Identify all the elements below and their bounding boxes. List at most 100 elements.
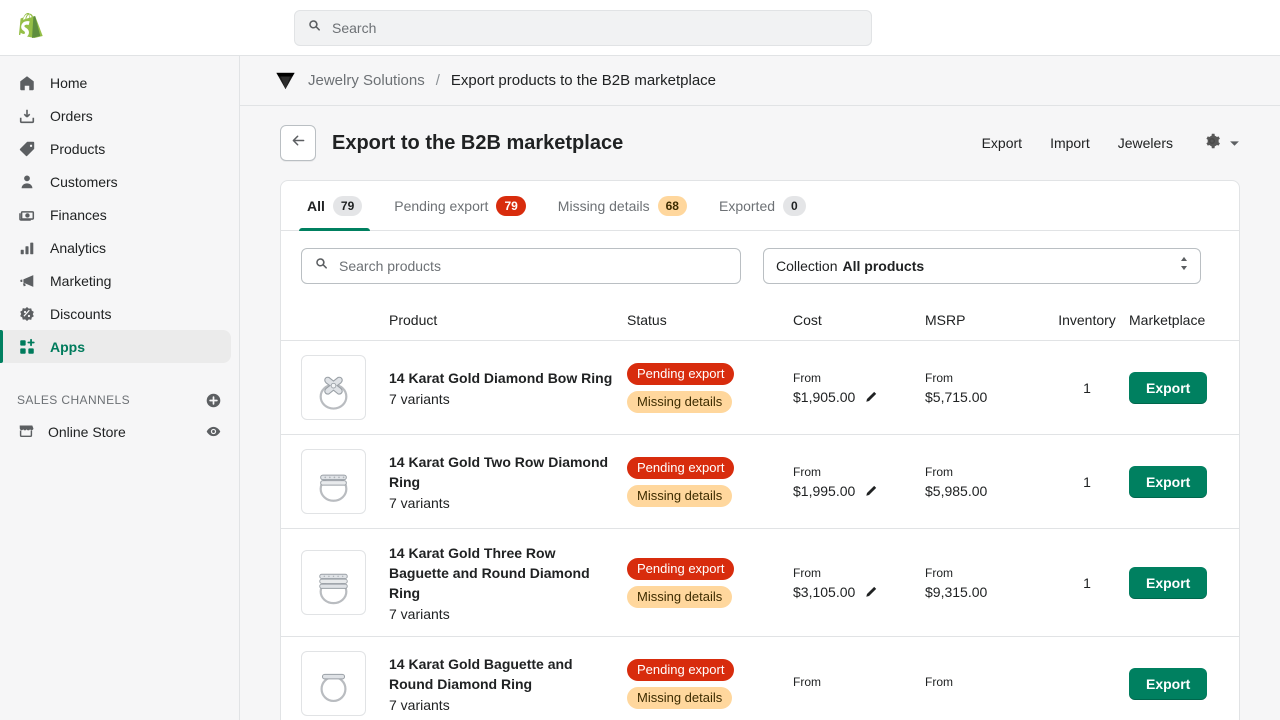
tab-label: Missing details <box>557 197 650 214</box>
table-row[interactable]: 14 Karat Gold Three Row Baguette and Rou… <box>281 528 1239 636</box>
cost-from-label: From <box>793 566 821 580</box>
product-title[interactable]: 14 Karat Gold Three Row Baguette and Rou… <box>389 543 613 603</box>
sidebar-item-home[interactable]: Home <box>0 66 231 99</box>
status-badge: Missing details <box>627 484 733 507</box>
pencil-icon[interactable] <box>864 390 878 404</box>
tab-pending-export[interactable]: Pending export 79 <box>378 181 542 231</box>
cash-icon <box>17 205 37 225</box>
person-icon <box>17 172 37 192</box>
sidebar-item-label: Products <box>50 140 106 157</box>
chevron-down-icon <box>1229 134 1240 152</box>
main-content: Jewelry Solutions / Export products to t… <box>240 56 1280 720</box>
marketplace-cell: Export <box>1129 465 1219 498</box>
tab-count: 68 <box>657 195 687 216</box>
tab-all[interactable]: All 79 <box>291 181 378 231</box>
search-products-input[interactable]: Search products <box>301 248 741 284</box>
export-button[interactable]: Export <box>1129 566 1208 599</box>
eye-icon[interactable] <box>203 422 223 442</box>
cost-value: $1,905.00 <box>793 389 856 405</box>
back-button[interactable] <box>280 125 316 161</box>
status-cell: Pending export Missing details <box>627 557 793 608</box>
page-header: Export to the B2B marketplace Export Imp… <box>280 106 1240 180</box>
export-button[interactable]: Export <box>1129 371 1208 404</box>
tab-missing-details[interactable]: Missing details 68 <box>542 181 703 231</box>
sidebar-item-discounts[interactable]: Discounts <box>0 297 231 330</box>
export-action-link[interactable]: Export <box>982 135 1022 151</box>
cost-from-label: From <box>793 675 821 689</box>
product-title[interactable]: 14 Karat Gold Diamond Bow Ring <box>389 368 613 388</box>
table-row[interactable]: 14 Karat Gold Baguette and Round Diamond… <box>281 636 1239 720</box>
sidebar-item-marketing[interactable]: Marketing <box>0 264 231 297</box>
tab-label: Pending export <box>394 197 489 214</box>
product-thumbnail-cell <box>301 355 389 420</box>
jewelers-action-link[interactable]: Jewelers <box>1118 135 1173 151</box>
status-badge: Pending export <box>627 456 735 479</box>
export-button[interactable]: Export <box>1129 465 1208 498</box>
collection-select[interactable]: Collection All products <box>763 248 1201 284</box>
tab-exported[interactable]: Exported 0 <box>703 181 822 231</box>
export-button[interactable]: Export <box>1129 667 1208 700</box>
sidebar-item-customers[interactable]: Customers <box>0 165 231 198</box>
megaphone-icon <box>17 271 37 291</box>
header-marketplace: Marketplace <box>1129 312 1206 328</box>
marketplace-cell: Export <box>1129 566 1219 599</box>
pencil-icon[interactable] <box>864 585 878 599</box>
sidebar-item-products[interactable]: Products <box>0 132 231 165</box>
marketplace-cell: Export <box>1129 371 1219 404</box>
products-card: All 79 Pending export 79 Missing details… <box>280 180 1240 720</box>
product-info-cell: 14 Karat Gold Diamond Bow Ring 7 variant… <box>389 368 627 407</box>
cost-cell: From $1,995.00 <box>793 464 925 499</box>
product-variants: 7 variants <box>389 495 450 511</box>
sidebar-item-orders[interactable]: Orders <box>0 99 231 132</box>
sidebar-item-apps[interactable]: Apps <box>0 330 231 363</box>
collection-value: All products <box>842 258 925 274</box>
cost-cell: From <box>793 674 925 693</box>
header-inventory: Inventory <box>1058 312 1116 328</box>
header-cost: Cost <box>793 312 822 328</box>
status-cell: Pending export Missing details <box>627 456 793 507</box>
sidebar-item-label: Home <box>50 74 88 91</box>
plus-circle-icon[interactable] <box>203 390 223 410</box>
table-row[interactable]: 14 Karat Gold Diamond Bow Ring 7 variant… <box>281 340 1239 434</box>
sidebar-item-online-store[interactable]: Online Store <box>0 415 239 448</box>
top-bar: Search <box>0 0 1280 56</box>
app-body: Home Orders Products Customers Finances … <box>0 56 1280 720</box>
inventory-cell: 1 <box>1083 473 1091 490</box>
msrp-from-label: From <box>925 465 953 479</box>
status-cell: Pending export Missing details <box>627 658 793 709</box>
breadcrumb-current: Export products to the B2B marketplace <box>450 72 717 89</box>
msrp-cell: From $9,315.00 <box>925 565 1045 600</box>
product-title[interactable]: 14 Karat Gold Baguette and Round Diamond… <box>389 654 613 694</box>
home-icon <box>17 73 37 93</box>
sidebar-item-label: Marketing <box>50 272 112 289</box>
msrp-value: $5,715.00 <box>925 389 988 405</box>
page-title: Export to the B2B marketplace <box>332 131 624 154</box>
settings-menu-button[interactable] <box>1203 132 1240 155</box>
table-row[interactable]: 14 Karat Gold Two Row Diamond Ring 7 var… <box>281 434 1239 528</box>
import-action-link[interactable]: Import <box>1050 135 1090 151</box>
msrp-from-label: From <box>925 371 953 385</box>
pencil-icon[interactable] <box>864 484 878 498</box>
three-row-ring-image <box>301 550 366 615</box>
cost-from-label: From <box>793 465 821 479</box>
inventory-cell: 1 <box>1083 379 1091 396</box>
shopify-admin-window: Search Home Orders Products Customers Fi… <box>0 0 1280 720</box>
sales-channels-label: SALES CHANNELS <box>17 393 130 407</box>
msrp-cell: From $5,985.00 <box>925 464 1045 499</box>
msrp-value: $5,985.00 <box>925 483 988 499</box>
sidebar-item-label: Customers <box>50 173 118 190</box>
product-title[interactable]: 14 Karat Gold Two Row Diamond Ring <box>389 452 613 492</box>
msrp-value: $9,315.00 <box>925 584 988 600</box>
status-badge: Missing details <box>627 686 733 709</box>
cost-cell: From $1,905.00 <box>793 370 925 405</box>
sidebar-item-label: Discounts <box>50 305 112 322</box>
breadcrumb-app-link[interactable]: Jewelry Solutions <box>308 72 425 89</box>
product-info-cell: 14 Karat Gold Two Row Diamond Ring 7 var… <box>389 452 627 511</box>
global-search-input[interactable]: Search <box>294 10 872 46</box>
sidebar-item-analytics[interactable]: Analytics <box>0 231 231 264</box>
product-info-cell: 14 Karat Gold Baguette and Round Diamond… <box>389 654 627 713</box>
tab-count: 0 <box>783 195 806 216</box>
sidebar-item-finances[interactable]: Finances <box>0 198 231 231</box>
shopify-bag-icon[interactable] <box>0 12 56 43</box>
product-thumbnail-cell <box>301 550 389 615</box>
